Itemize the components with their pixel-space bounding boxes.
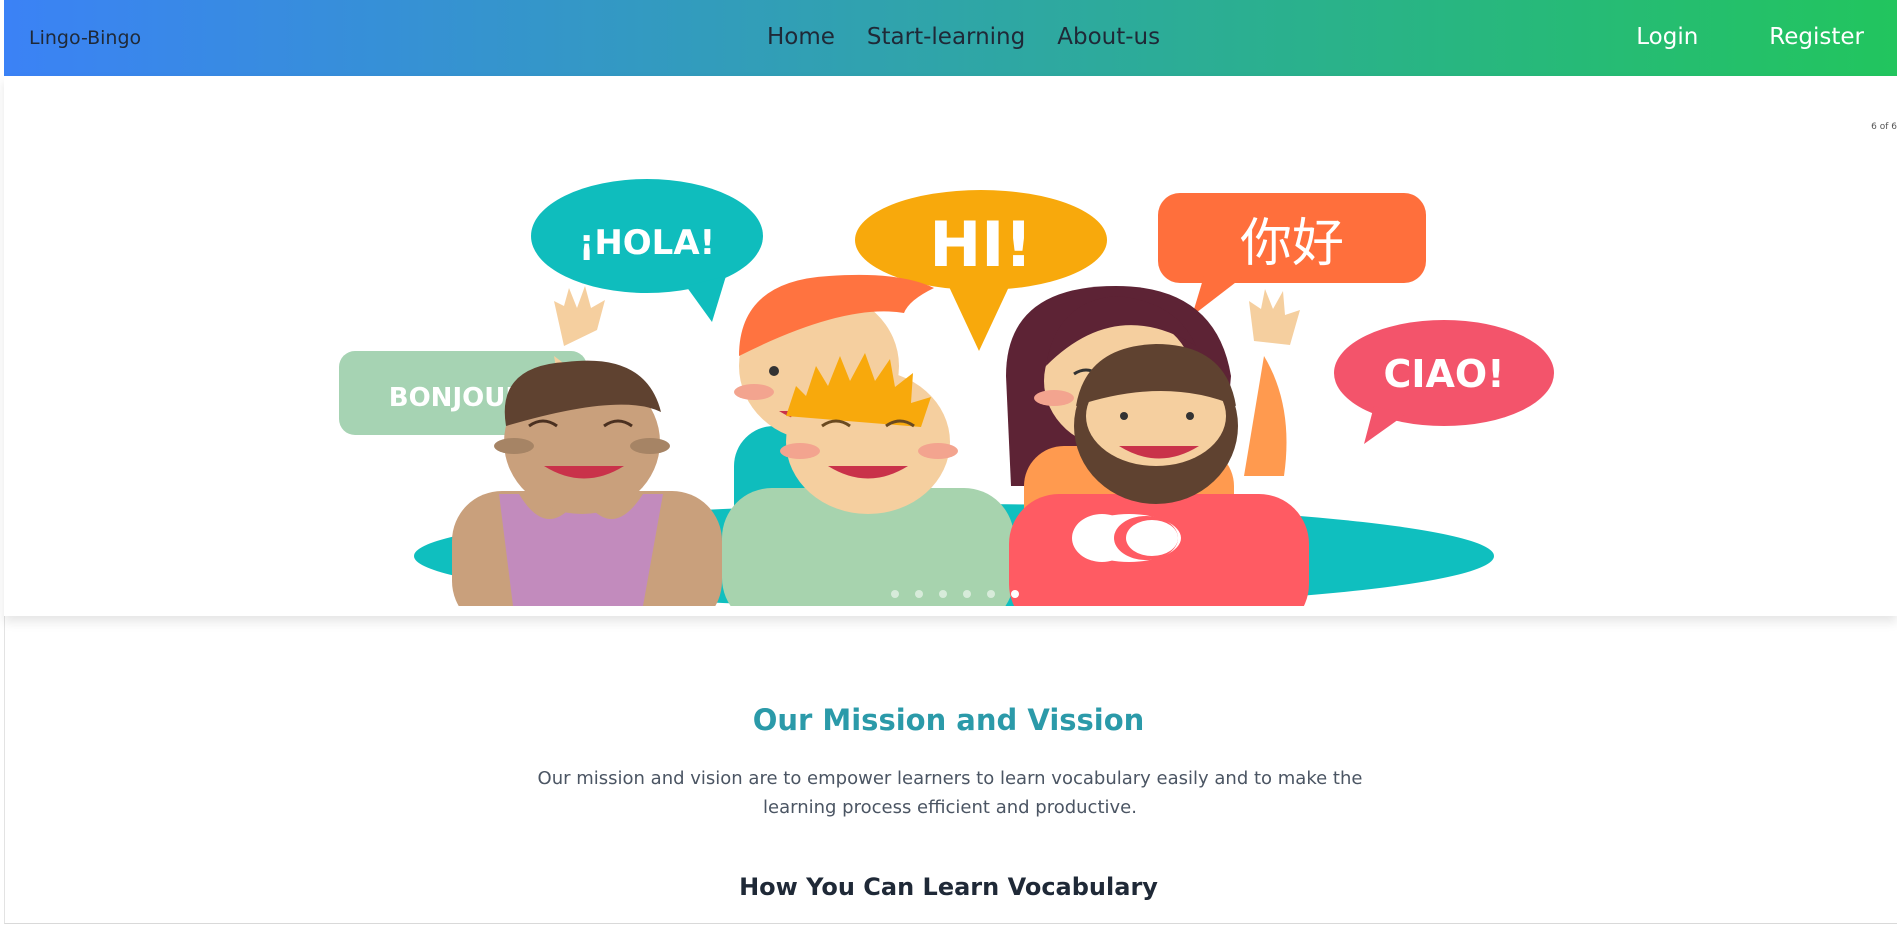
register-link[interactable]: Register — [1769, 24, 1864, 50]
login-link[interactable]: Login — [1636, 24, 1698, 50]
svg-text:¡HOLA!: ¡HOLA! — [579, 223, 715, 263]
mission-paragraph: Our mission and vision are to empower le… — [537, 768, 1363, 818]
slide-counter: 6 of 6 — [1871, 122, 1897, 132]
carousel-dot-6[interactable] — [1011, 590, 1019, 598]
carousel-dot-1[interactable] — [891, 590, 899, 598]
carousel-dot-3[interactable] — [939, 590, 947, 598]
svg-text:你好: 你好 — [1240, 214, 1344, 274]
language-people-illustration: ¡HOLA! HI! 你好 BONJOUR! CIAO! — [339, 179, 1554, 606]
svg-text:HI!: HI! — [929, 208, 1032, 281]
nav-start-learning-link[interactable]: Start-learning — [867, 24, 1025, 50]
bubble-nihao: 你好 — [1158, 193, 1426, 316]
bubble-ciao: CIAO! — [1334, 320, 1554, 444]
auth-links: Login Register — [1636, 24, 1864, 50]
carousel-indicators — [891, 590, 1019, 598]
top-navbar: Lingo-Bingo Home Start-learning About-us… — [4, 0, 1897, 76]
carousel-dot-5[interactable] — [987, 590, 995, 598]
nav-about-us-link[interactable]: About-us — [1057, 24, 1160, 50]
hero-carousel[interactable]: 6 of 6 ¡HOLA! HI! 你好 BONJOUR! CIAO! — [4, 76, 1897, 616]
brand-logo[interactable]: Lingo-Bingo — [29, 27, 141, 49]
nav-home-link[interactable]: Home — [767, 24, 835, 50]
nav-links: Home Start-learning About-us — [767, 24, 1160, 50]
mission-heading: Our Mission and Vission — [752, 703, 1145, 737]
how-to-learn-heading: How You Can Learn Vocabulary — [739, 873, 1158, 901]
carousel-dot-4[interactable] — [963, 590, 971, 598]
carousel-dot-2[interactable] — [915, 590, 923, 598]
svg-text:CIAO!: CIAO! — [1383, 352, 1504, 396]
